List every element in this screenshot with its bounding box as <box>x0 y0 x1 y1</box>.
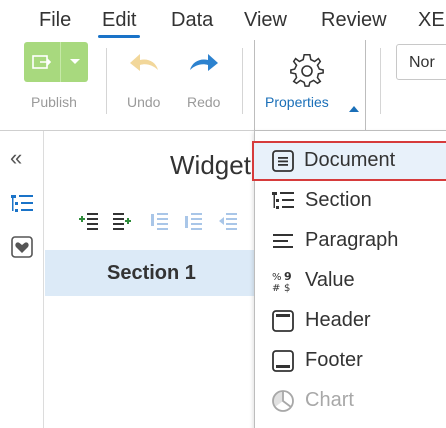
dropdown-item-value[interactable]: % 9 # $ Value <box>255 261 446 301</box>
move-down-icon[interactable] <box>185 213 202 230</box>
menu-file[interactable]: File <box>39 9 71 32</box>
format-toolbar <box>78 210 254 232</box>
collapse-icon[interactable]: « <box>10 145 22 171</box>
svg-text:#: # <box>272 283 280 293</box>
redo-icon[interactable] <box>186 52 220 74</box>
dropdown-item-chart[interactable]: Chart <box>255 381 446 421</box>
dropdown-item-document[interactable]: Document <box>252 141 446 181</box>
publish-label: Publish <box>31 94 77 110</box>
chevron-down-icon[interactable] <box>69 58 81 66</box>
left-rail: « <box>0 131 44 428</box>
dropdown-label: Header <box>305 309 371 331</box>
outdent-icon[interactable] <box>219 213 237 230</box>
section-label: Section 1 <box>107 262 196 284</box>
dropdown-item-paragraph[interactable]: Paragraph <box>255 221 446 261</box>
dropdown-label: Chart <box>305 389 354 411</box>
move-up-icon[interactable] <box>151 213 168 230</box>
menu-bar: File Edit Data View Review XE <box>0 0 446 40</box>
menu-edit[interactable]: Edit <box>97 9 141 38</box>
dropdown-label: Document <box>304 149 396 171</box>
footer-icon <box>272 350 294 372</box>
undo-icon[interactable] <box>128 52 162 74</box>
insert-before-icon[interactable] <box>79 213 98 230</box>
menu-review[interactable]: Review <box>321 9 387 32</box>
value-icon: % 9 # $ <box>272 270 292 293</box>
dropdown-label: Value <box>305 269 355 291</box>
paragraph-icon <box>273 234 293 248</box>
section-row[interactable]: Section 1 <box>45 250 254 296</box>
header-icon <box>272 310 294 332</box>
publish-icon <box>32 55 52 69</box>
widget-title: Widget <box>170 150 251 180</box>
outline-icon[interactable] <box>10 193 34 215</box>
insert-after-icon[interactable] <box>113 213 131 230</box>
favorites-icon[interactable] <box>11 236 33 258</box>
menu-data[interactable]: Data <box>171 9 213 32</box>
font-style-select[interactable]: Nor <box>396 44 446 80</box>
dropdown-item-footer[interactable]: Footer <box>255 341 446 381</box>
properties-label: Properties <box>265 94 329 110</box>
dropdown-label: Footer <box>305 349 363 371</box>
menu-view[interactable]: View <box>244 9 287 32</box>
ribbon-toolbar: Publish Undo Redo Properties Nor <box>0 40 446 130</box>
svg-text:9: 9 <box>284 270 292 283</box>
properties-button[interactable]: Properties <box>254 40 366 130</box>
undo-label: Undo <box>127 94 161 110</box>
section-icon <box>272 192 294 209</box>
menu-xe[interactable]: XE <box>418 9 445 32</box>
dropdown-item-section[interactable]: Section <box>255 181 446 221</box>
caret-up-icon <box>343 100 359 116</box>
dropdown-item-header[interactable]: Header <box>255 301 446 341</box>
dropdown-label: Paragraph <box>305 229 399 251</box>
svg-text:%: % <box>272 272 282 283</box>
redo-label: Redo <box>187 94 221 110</box>
svg-text:$: $ <box>284 283 290 293</box>
properties-dropdown: Document Section Paragraph % 9 # $ Value <box>252 130 446 428</box>
chart-icon <box>272 390 294 412</box>
dropdown-label: Section <box>305 189 372 211</box>
document-icon <box>272 150 294 172</box>
publish-button[interactable] <box>24 42 88 82</box>
